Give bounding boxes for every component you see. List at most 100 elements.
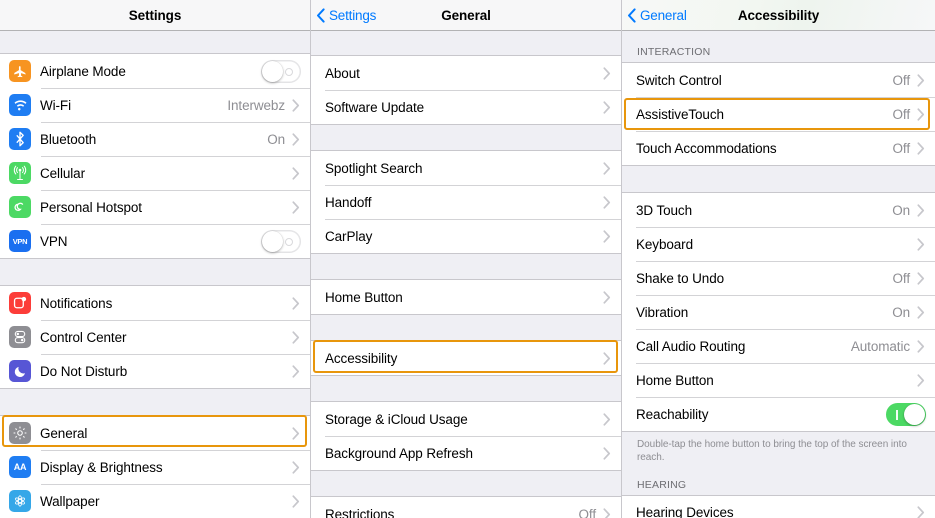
back-button-general[interactable]: General <box>627 8 687 23</box>
notifications-icon <box>9 292 31 314</box>
row-label: CarPlay <box>325 228 373 244</box>
row-spotlight-search[interactable]: Spotlight Search <box>311 151 621 185</box>
row-notifications[interactable]: Notifications <box>0 286 310 320</box>
wallpaper-icon <box>9 490 31 512</box>
row-label: Accessibility <box>325 350 398 366</box>
general-group-4: Accessibility <box>311 340 621 376</box>
row-assistivetouch[interactable]: AssistiveTouch Off <box>622 97 935 131</box>
display-icon-label: AA <box>13 462 27 472</box>
list-gap <box>311 125 621 150</box>
chevron-right-icon <box>917 373 925 387</box>
list-gap <box>311 315 621 340</box>
row-carplay[interactable]: CarPlay <box>311 219 621 253</box>
row-label: Vibration <box>636 304 689 320</box>
sidebar-item-general[interactable]: General <box>0 416 310 450</box>
row-label: 3D Touch <box>636 202 692 218</box>
accessibility-group-interaction: Switch Control Off AssistiveTouch Off To… <box>622 62 935 166</box>
chevron-left-icon <box>627 7 636 23</box>
row-restrictions[interactable]: Restrictions Off <box>311 497 621 518</box>
row-do-not-disturb[interactable]: Do Not Disturb <box>0 354 310 388</box>
vpn-icon-label: VPN <box>12 236 28 246</box>
row-touch-accommodations[interactable]: Touch Accommodations Off <box>622 131 935 165</box>
navbar-general: Settings General <box>311 0 621 31</box>
row-cellular[interactable]: Cellular <box>0 156 310 190</box>
list-gap <box>0 31 310 53</box>
row-label: Shake to Undo <box>636 270 725 286</box>
row-label: Handoff <box>325 194 372 210</box>
row-bluetooth[interactable]: Bluetooth On <box>0 122 310 156</box>
row-label: Switch Control <box>636 72 722 88</box>
row-vpn[interactable]: VPN VPN <box>0 224 310 258</box>
row-value: Off <box>892 72 911 88</box>
row-3d-touch[interactable]: 3D Touch On <box>622 193 935 227</box>
row-reachability[interactable]: Reachability <box>622 397 935 431</box>
row-wifi[interactable]: Wi-Fi Interwebz <box>0 88 310 122</box>
general-group-1: About Software Update <box>311 55 621 125</box>
row-label: Display & Brightness <box>40 459 163 475</box>
row-value: Interwebz <box>227 97 285 113</box>
gear-icon <box>9 422 31 444</box>
accessibility-group-hearing: Hearing Devices <box>622 494 935 518</box>
wifi-icon <box>9 94 31 116</box>
chevron-right-icon <box>292 296 300 310</box>
list-gap <box>0 389 310 415</box>
row-value: On <box>892 202 910 218</box>
vpn-icon: VPN <box>9 230 31 252</box>
chevron-right-icon <box>292 132 300 146</box>
row-home-button[interactable]: Home Button <box>311 280 621 314</box>
chevron-right-icon <box>917 107 925 121</box>
row-shake-to-undo[interactable]: Shake to Undo Off <box>622 261 935 295</box>
row-call-audio-routing[interactable]: Call Audio Routing Automatic <box>622 329 935 363</box>
bluetooth-icon <box>9 128 31 150</box>
chevron-right-icon <box>917 237 925 251</box>
row-label: Notifications <box>40 295 113 311</box>
row-label: Control Center <box>40 329 127 345</box>
row-storage-icloud-usage[interactable]: Storage & iCloud Usage <box>311 402 621 436</box>
row-label: Home Button <box>636 372 714 388</box>
row-handoff[interactable]: Handoff <box>311 185 621 219</box>
chevron-right-icon <box>917 203 925 217</box>
chevron-right-icon <box>917 305 925 319</box>
row-switch-control[interactable]: Switch Control Off <box>622 63 935 97</box>
chevron-right-icon <box>292 494 300 508</box>
list-gap <box>0 259 310 285</box>
row-accessibility[interactable]: Accessibility <box>311 341 621 375</box>
row-display-brightness[interactable]: AA Display & Brightness <box>0 450 310 484</box>
row-value: Off <box>892 140 911 156</box>
row-wallpaper[interactable]: Wallpaper <box>0 484 310 518</box>
row-hearing-devices[interactable]: Hearing Devices <box>622 495 935 518</box>
row-about[interactable]: About <box>311 56 621 90</box>
row-background-app-refresh[interactable]: Background App Refresh <box>311 436 621 470</box>
general-group-6: Restrictions Off <box>311 496 621 518</box>
control-center-icon <box>9 326 31 348</box>
chevron-right-icon <box>292 330 300 344</box>
airplane-mode-toggle[interactable] <box>261 59 301 83</box>
row-airplane-mode[interactable]: Airplane Mode <box>0 54 310 88</box>
row-software-update[interactable]: Software Update <box>311 90 621 124</box>
row-keyboard[interactable]: Keyboard <box>622 227 935 261</box>
row-label: Wallpaper <box>40 493 100 509</box>
chevron-right-icon <box>603 412 611 426</box>
pane-settings: Settings Airplane Mode Wi-Fi Interwebz B… <box>0 0 311 518</box>
row-label: AssistiveTouch <box>636 106 724 122</box>
back-button-settings[interactable]: Settings <box>316 8 376 23</box>
row-personal-hotspot[interactable]: Personal Hotspot <box>0 190 310 224</box>
row-value: Off <box>892 270 911 286</box>
vpn-toggle[interactable] <box>261 229 301 253</box>
settings-group-notifications: Notifications Control Center Do Not Dist… <box>0 285 310 389</box>
row-control-center[interactable]: Control Center <box>0 320 310 354</box>
settings-list: Airplane Mode Wi-Fi Interwebz Bluetooth … <box>0 31 310 518</box>
row-vibration[interactable]: Vibration On <box>622 295 935 329</box>
chevron-right-icon <box>917 271 925 285</box>
row-home-button[interactable]: Home Button <box>622 363 935 397</box>
row-label: VPN <box>40 233 68 249</box>
row-label: Cellular <box>40 165 85 181</box>
chevron-right-icon <box>292 200 300 214</box>
navbar-settings: Settings <box>0 0 310 31</box>
reachability-toggle[interactable] <box>886 402 926 426</box>
row-label: Hearing Devices <box>636 505 734 518</box>
row-label: Reachability <box>636 406 709 422</box>
pane-accessibility: General Accessibility INTERACTION Switch… <box>622 0 935 518</box>
chevron-left-icon <box>316 7 325 23</box>
chevron-right-icon <box>603 446 611 460</box>
